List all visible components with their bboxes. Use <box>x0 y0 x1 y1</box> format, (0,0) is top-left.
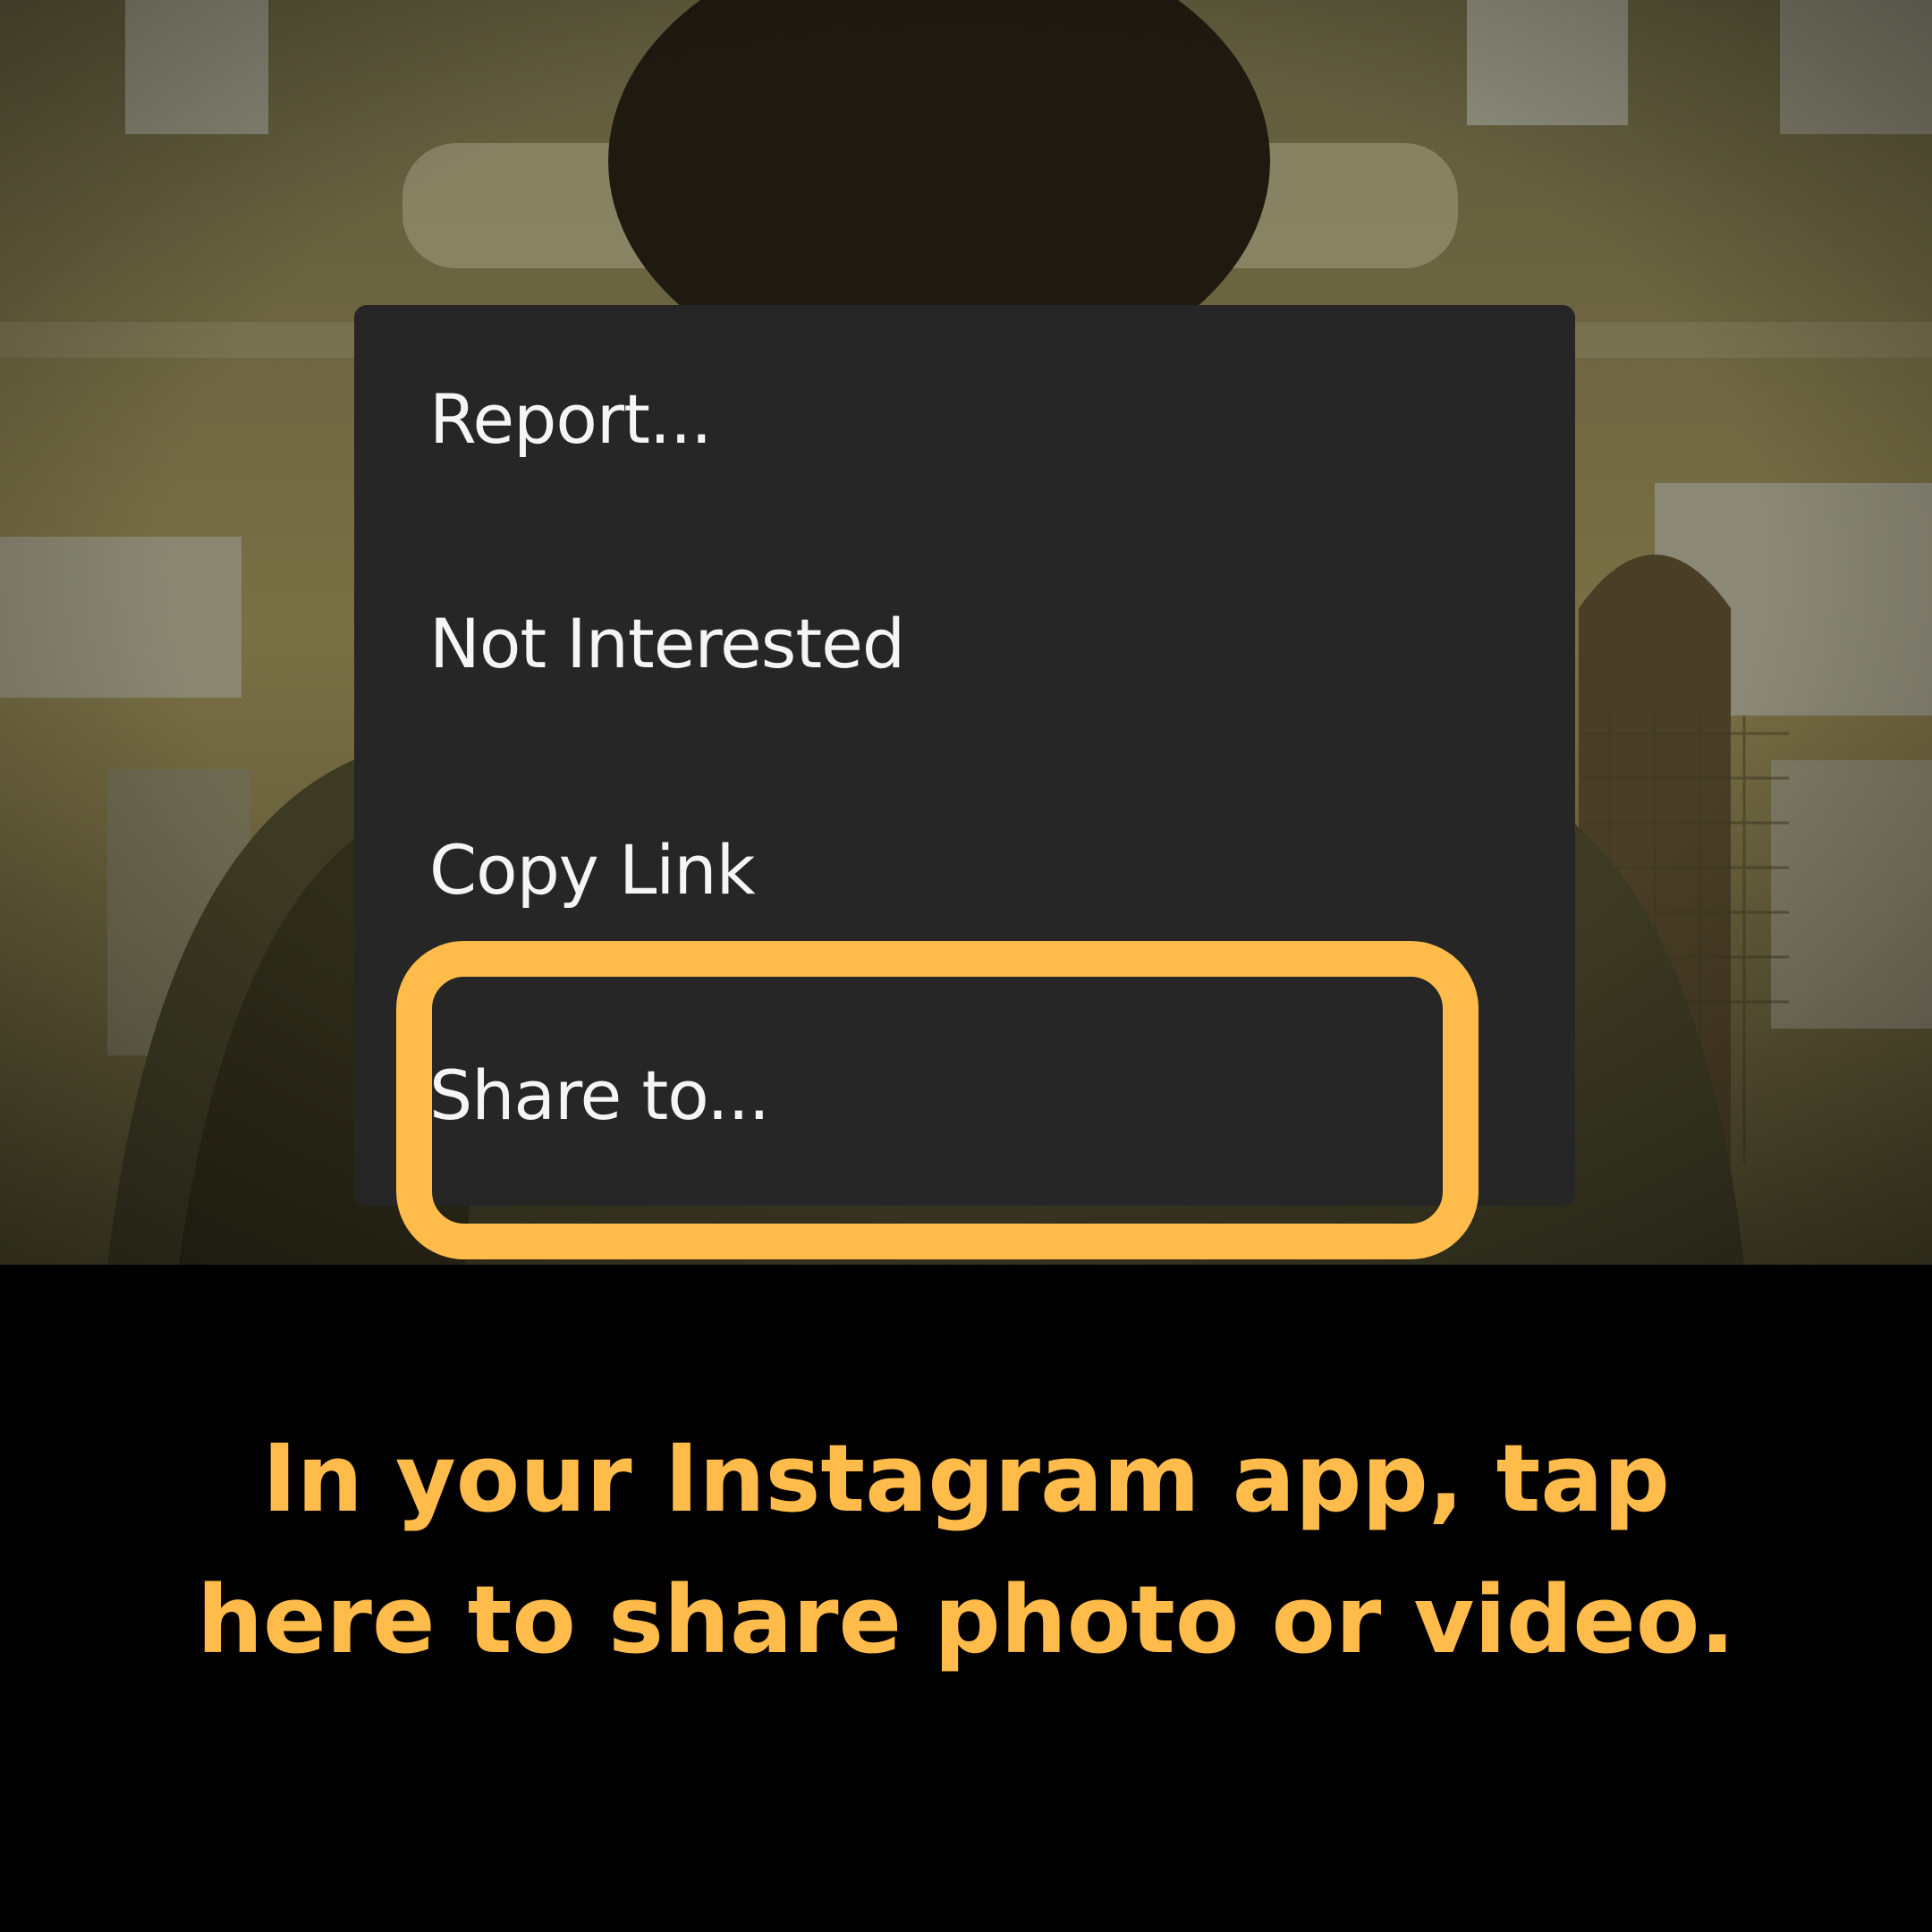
caption-line-1: In your Instagram app, tap <box>262 1424 1670 1533</box>
caption-panel: In your Instagram app, tap here to share… <box>0 1265 1932 1932</box>
menu-item-share-to[interactable]: Share to... <box>429 1051 1503 1140</box>
caption-line-2: here to share photo or video. <box>197 1565 1735 1674</box>
menu-item-report[interactable]: Report... <box>429 375 1503 464</box>
instruction-caption: In your Instagram app, tap here to share… <box>0 1408 1932 1690</box>
menu-item-not-interested[interactable]: Not Interested <box>429 599 1503 689</box>
menu-item-copy-link[interactable]: Copy Link <box>429 826 1503 915</box>
options-menu: Report... Not Interested Copy Link Share… <box>354 305 1575 1206</box>
